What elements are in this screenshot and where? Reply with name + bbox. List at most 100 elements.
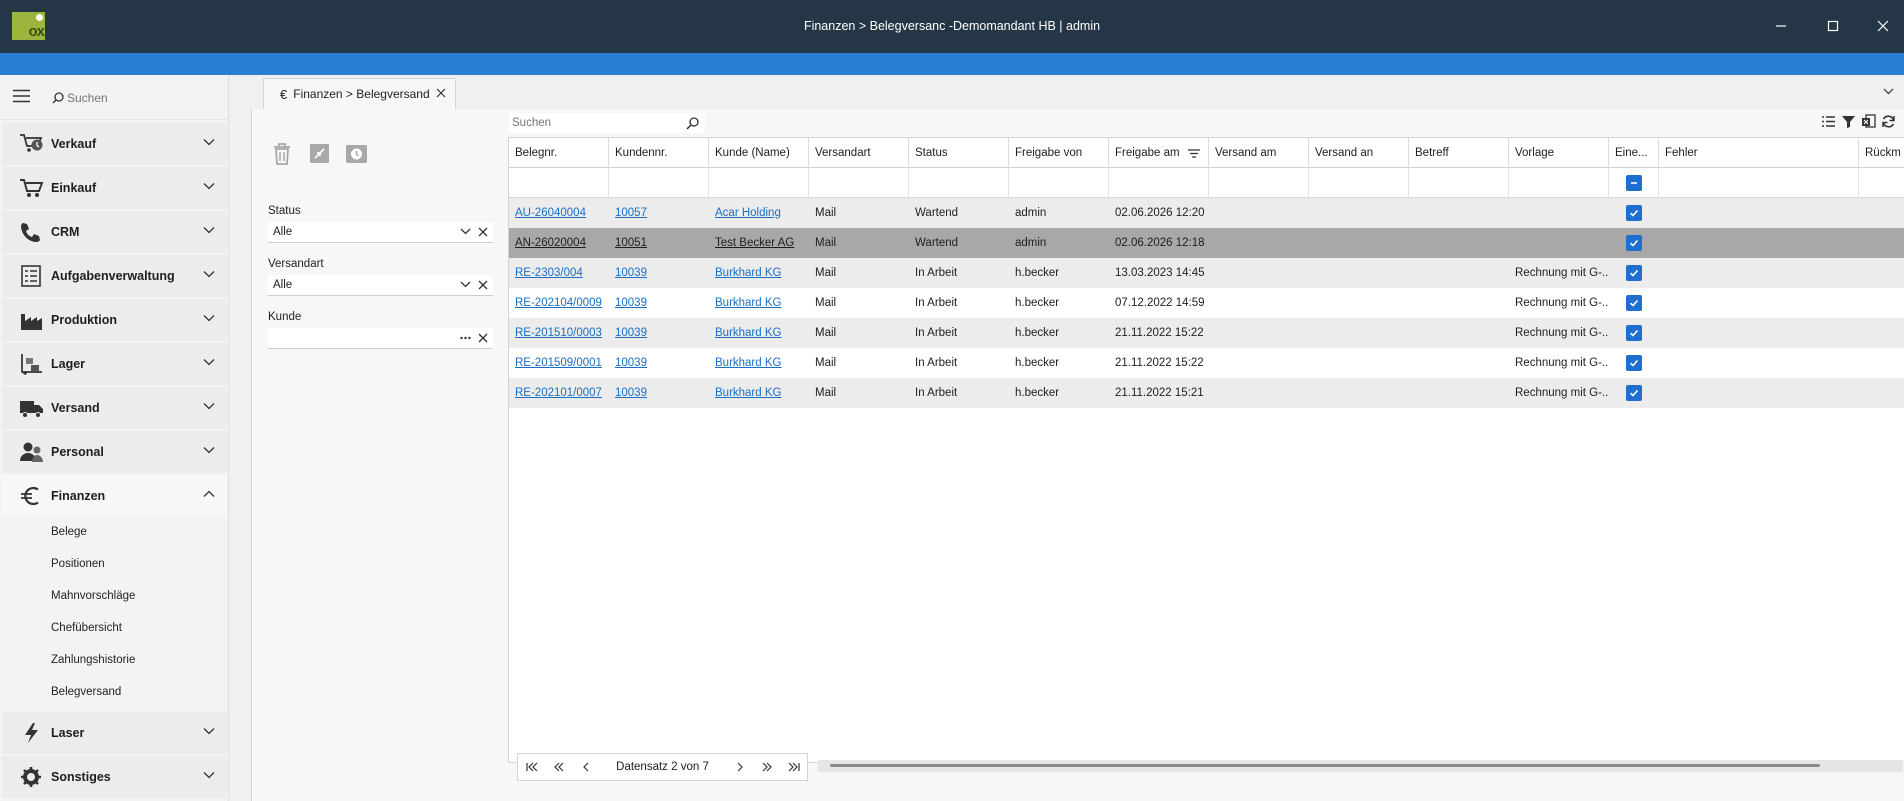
nav-item-versand[interactable]: Versand	[2, 387, 227, 429]
chevron-down-icon[interactable]	[1883, 88, 1894, 95]
belegnr-link[interactable]: RE-2303/004	[515, 267, 583, 279]
belegnr-link[interactable]: AU-26040004	[515, 207, 586, 219]
column-header-kunde[interactable]: Kunde (Name)	[709, 138, 809, 168]
kundennr-link[interactable]: 10039	[615, 267, 647, 279]
sub-item-positionen[interactable]: Positionen	[51, 558, 105, 570]
nav-item-personal[interactable]: Personal	[2, 431, 227, 473]
last-page-button[interactable]	[780, 754, 807, 780]
kundennr-link[interactable]: 10039	[615, 387, 647, 399]
grid-search-input[interactable]	[512, 117, 682, 129]
column-header-einzeln[interactable]: Eine...	[1609, 138, 1659, 168]
filter-cell[interactable]	[1109, 168, 1209, 198]
column-header-freigabe-am[interactable]: Freigabe am	[1109, 138, 1209, 168]
kundennr-link[interactable]: 10039	[615, 297, 647, 309]
column-header-freigabe-von[interactable]: Freigabe von	[1009, 138, 1109, 168]
column-header-status[interactable]: Status	[909, 138, 1009, 168]
first-page-button[interactable]	[518, 754, 545, 780]
filter-cell[interactable]	[1509, 168, 1609, 198]
sub-item-belegversand[interactable]: Belegversand	[51, 686, 121, 698]
column-header-vorlage[interactable]: Vorlage	[1509, 138, 1609, 168]
belegnr-link[interactable]: RE-201510/0003	[515, 327, 602, 339]
kunde-link[interactable]: Burkhard KG	[715, 327, 781, 339]
filter-cell[interactable]	[909, 168, 1009, 198]
column-header-belegnr[interactable]: Belegnr.	[509, 138, 609, 168]
belegnr-link[interactable]: AN-26020004	[515, 237, 586, 249]
sub-item-mahnvorschlaege[interactable]: Mahnvorschläge	[51, 590, 135, 602]
scrollbar-thumb[interactable]	[830, 764, 1820, 767]
column-chooser-button[interactable]	[1821, 114, 1836, 129]
maximize-button[interactable]	[1816, 10, 1850, 42]
filter-button[interactable]	[1841, 114, 1856, 129]
table-row[interactable]: RE-201510/0003 10039 Burkhard KG Mail In…	[509, 318, 1904, 348]
column-header-versand-am[interactable]: Versand am	[1209, 138, 1309, 168]
kunde-link[interactable]: Burkhard KG	[715, 267, 781, 279]
column-header-versand-an[interactable]: Versand an	[1309, 138, 1409, 168]
grid-search[interactable]	[509, 113, 705, 133]
einzeln-checkbox[interactable]	[1626, 295, 1642, 311]
filter-cell[interactable]	[1409, 168, 1509, 198]
nav-item-aufgabenverwaltung[interactable]: Aufgabenverwaltung	[2, 255, 227, 297]
column-header-rueckmeldung[interactable]: Rückm	[1859, 138, 1904, 168]
sub-item-belege[interactable]: Belege	[51, 526, 87, 538]
einzeln-checkbox[interactable]	[1626, 205, 1642, 221]
einzeln-checkbox[interactable]	[1626, 235, 1642, 251]
clear-icon[interactable]	[478, 280, 488, 290]
minimize-button[interactable]	[1764, 10, 1798, 42]
filter-cell[interactable]	[809, 168, 909, 198]
nav-item-verkauf[interactable]: Verkauf	[2, 123, 227, 165]
kunde-field[interactable]	[268, 328, 493, 349]
more-icon[interactable]	[460, 332, 471, 343]
filter-cell[interactable]	[1209, 168, 1309, 198]
menu-button[interactable]	[13, 89, 31, 103]
filter-cell[interactable]	[709, 168, 809, 198]
column-header-versandart[interactable]: Versandart	[809, 138, 909, 168]
filter-cell[interactable]	[509, 168, 609, 198]
kunde-link[interactable]: Acar Holding	[715, 207, 781, 219]
sub-item-zahlungshistorie[interactable]: Zahlungshistorie	[51, 654, 135, 666]
schedule-button[interactable]	[344, 141, 370, 167]
export-excel-button[interactable]	[1861, 114, 1876, 129]
belegnr-link[interactable]: RE-202104/0009	[515, 297, 602, 309]
table-row[interactable]: RE-201509/0001 10039 Burkhard KG Mail In…	[509, 348, 1904, 378]
previous-page-button[interactable]	[572, 754, 599, 780]
next-page-button[interactable]	[726, 754, 753, 780]
kundennr-link[interactable]: 10057	[615, 207, 647, 219]
select-all-checkbox[interactable]	[1626, 175, 1642, 191]
table-row[interactable]: RE-2303/004 10039 Burkhard KG Mail In Ar…	[509, 258, 1904, 288]
filter-cell[interactable]	[1659, 168, 1859, 198]
kundennr-link[interactable]: 10039	[615, 357, 647, 369]
filter-cell[interactable]	[1009, 168, 1109, 198]
nav-item-produktion[interactable]: Produktion	[2, 299, 227, 341]
table-row[interactable]: RE-202101/0007 10039 Burkhard KG Mail In…	[509, 378, 1904, 408]
previous-block-button[interactable]	[545, 754, 572, 780]
einzeln-checkbox[interactable]	[1626, 325, 1642, 341]
column-header-kundennr[interactable]: Kundennr.	[609, 138, 709, 168]
kunde-link[interactable]: Burkhard KG	[715, 357, 781, 369]
kunde-link[interactable]: Burkhard KG	[715, 387, 781, 399]
table-row[interactable]: AU-26040004 10057 Acar Holding Mail Wart…	[509, 198, 1904, 228]
sort-icon[interactable]	[1188, 149, 1200, 158]
nav-item-einkauf[interactable]: Einkauf	[2, 167, 227, 209]
tab-belegversand[interactable]: € Finanzen > Belegversand	[263, 78, 456, 109]
einzeln-checkbox[interactable]	[1626, 385, 1642, 401]
chevron-down-icon[interactable]	[460, 279, 471, 290]
next-block-button[interactable]	[753, 754, 780, 780]
table-row-selected[interactable]: AN-26020004 10051 Test Becker AG Mail Wa…	[509, 228, 1904, 258]
delete-button[interactable]	[269, 141, 295, 167]
table-row[interactable]: RE-202104/0009 10039 Burkhard KG Mail In…	[509, 288, 1904, 318]
close-tab-icon[interactable]	[436, 88, 446, 98]
refresh-button[interactable]	[1881, 114, 1896, 129]
kunde-link[interactable]: Burkhard KG	[715, 297, 781, 309]
close-window-button[interactable]	[1866, 10, 1900, 42]
nav-item-finanzen[interactable]: Finanzen	[2, 475, 227, 517]
status-select[interactable]: Alle	[268, 222, 493, 243]
horizontal-scrollbar[interactable]	[818, 760, 1903, 772]
nav-item-laser[interactable]: Laser	[2, 712, 227, 754]
nav-item-crm[interactable]: CRM	[2, 211, 227, 253]
einzeln-checkbox[interactable]	[1626, 265, 1642, 281]
clear-icon[interactable]	[478, 227, 488, 237]
search-icon[interactable]	[686, 117, 699, 130]
column-header-fehler[interactable]: Fehler	[1659, 138, 1859, 168]
export-button[interactable]	[307, 141, 333, 167]
kunde-link[interactable]: Test Becker AG	[715, 237, 794, 249]
